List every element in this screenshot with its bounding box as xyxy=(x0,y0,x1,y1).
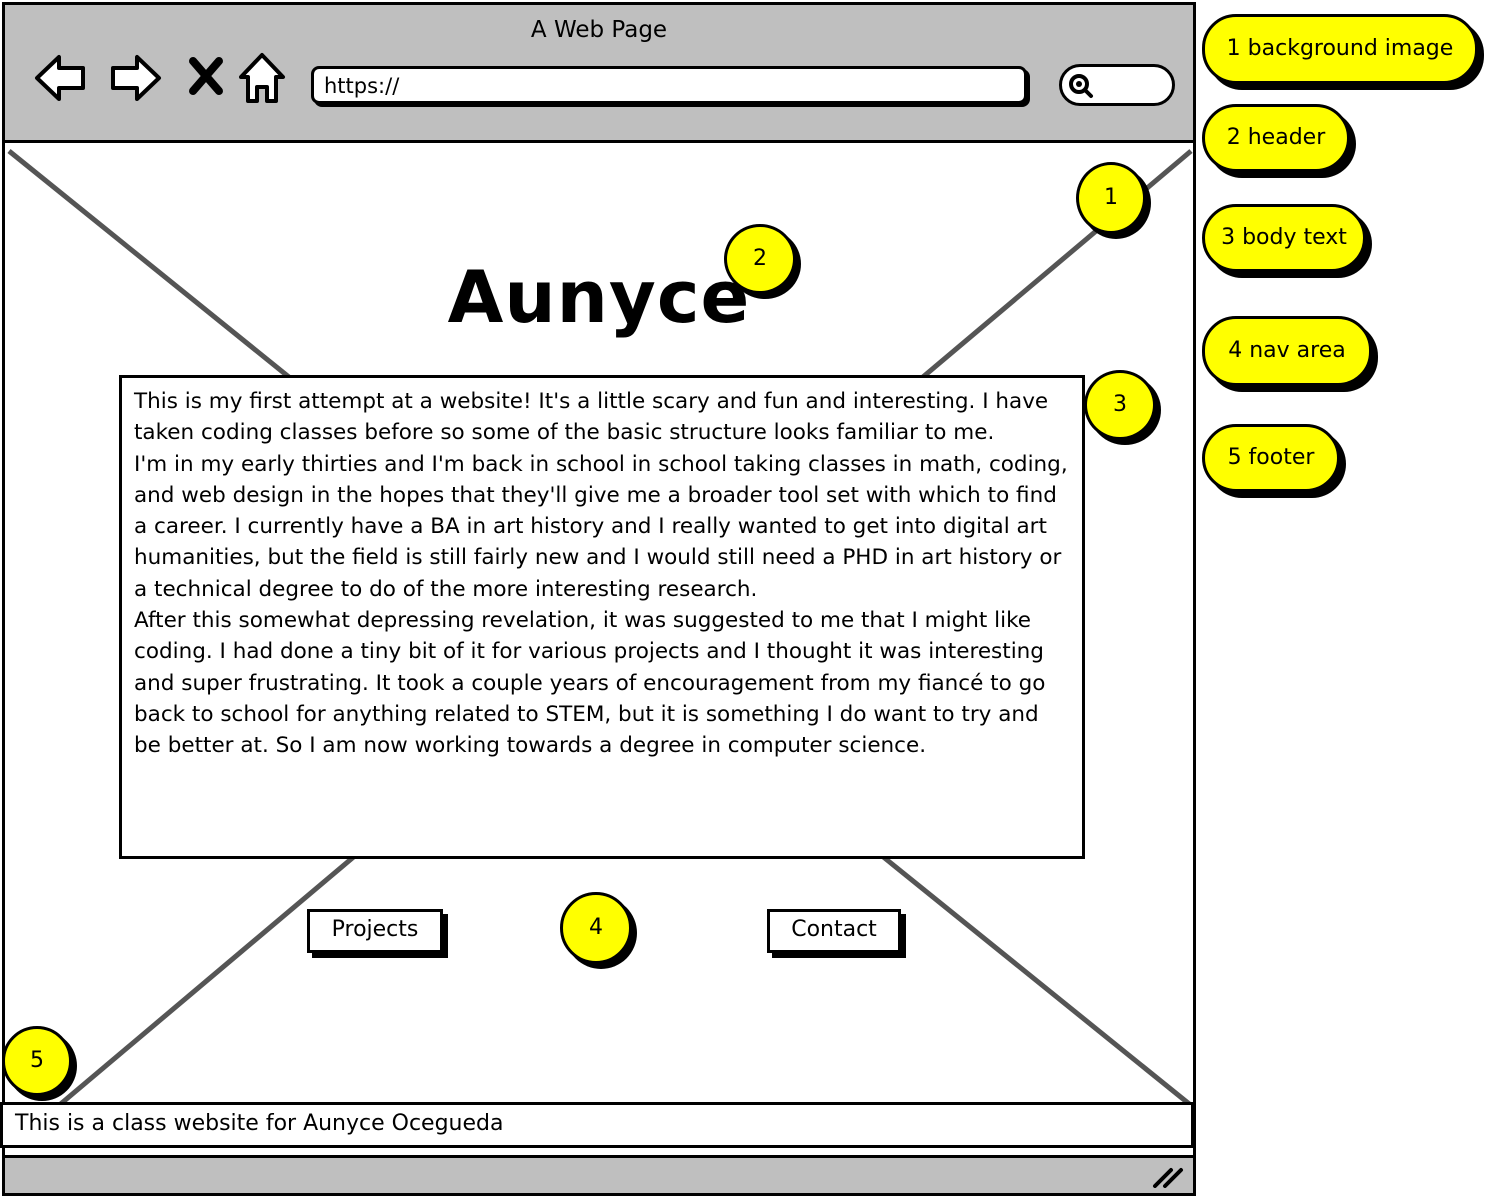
home-icon[interactable] xyxy=(233,49,291,107)
browser-window: A Web Page https:// Aunyce This is my fi… xyxy=(2,2,1196,1196)
contact-button[interactable]: Contact xyxy=(767,909,901,953)
annotation-badge-4: 4 xyxy=(560,892,632,964)
body-paragraph: After this somewhat depressing revelatio… xyxy=(134,608,1046,759)
legend-item-background-image: 1 background image xyxy=(1202,14,1478,84)
window-title: A Web Page xyxy=(530,17,668,43)
back-arrow-icon[interactable] xyxy=(31,49,89,107)
annotation-badge-5: 5 xyxy=(2,1026,72,1096)
annotation-badge-2: 2 xyxy=(724,224,796,294)
search-box[interactable] xyxy=(1059,64,1175,106)
url-bar[interactable]: https:// xyxy=(311,66,1027,104)
legend-item-nav-area: 4 nav area xyxy=(1202,316,1372,386)
legend-item-body-text: 3 body text xyxy=(1202,204,1366,272)
stop-icon[interactable] xyxy=(177,49,235,107)
page-heading: Aunyce xyxy=(447,255,751,339)
projects-button[interactable]: Projects xyxy=(307,909,443,953)
annotation-badge-3: 3 xyxy=(1084,370,1156,440)
body-paragraph: This is my first attempt at a website! I… xyxy=(134,389,1049,446)
browser-titlebar: A Web Page https:// xyxy=(5,5,1193,143)
legend-item-header: 2 header xyxy=(1202,104,1350,172)
forward-arrow-icon[interactable] xyxy=(107,49,165,107)
url-text: https:// xyxy=(324,74,400,98)
body-text-box: This is my first attempt at a website! I… xyxy=(119,375,1085,859)
legend-item-footer: 5 footer xyxy=(1202,424,1340,492)
browser-statusbar xyxy=(5,1155,1193,1193)
body-paragraph: I'm in my early thirties and I'm back in… xyxy=(134,451,1068,602)
footer: This is a class website for Aunyce Ocegu… xyxy=(0,1102,1194,1148)
resize-grip-icon[interactable] xyxy=(1151,1164,1185,1188)
annotation-badge-1: 1 xyxy=(1076,162,1146,234)
search-icon xyxy=(1069,74,1093,98)
